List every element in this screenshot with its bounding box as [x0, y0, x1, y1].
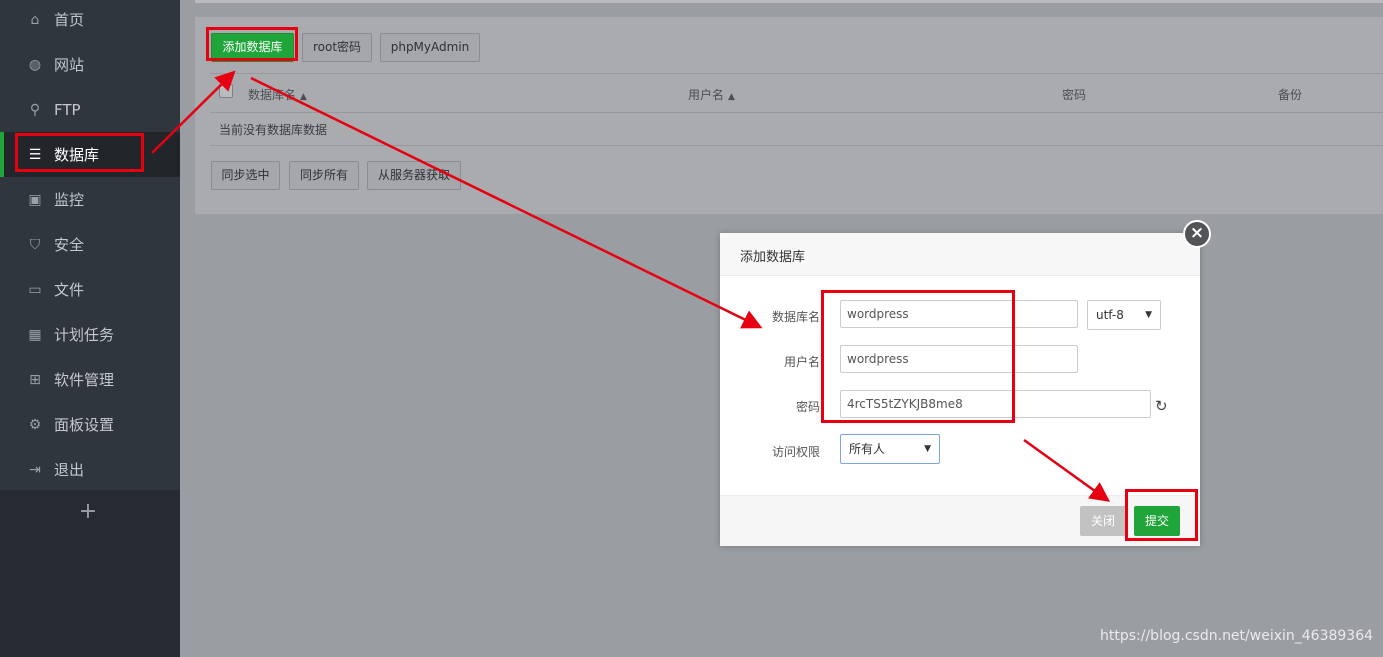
arrow-menu-to-add-button: [151, 70, 236, 154]
arrow-form-to-submit: [1023, 438, 1111, 502]
watermark: https://blog.csdn.net/weixin_46389364: [1100, 628, 1374, 644]
annotation-arrows: [151, 70, 1111, 502]
arrow-add-button-to-form: [250, 76, 763, 329]
